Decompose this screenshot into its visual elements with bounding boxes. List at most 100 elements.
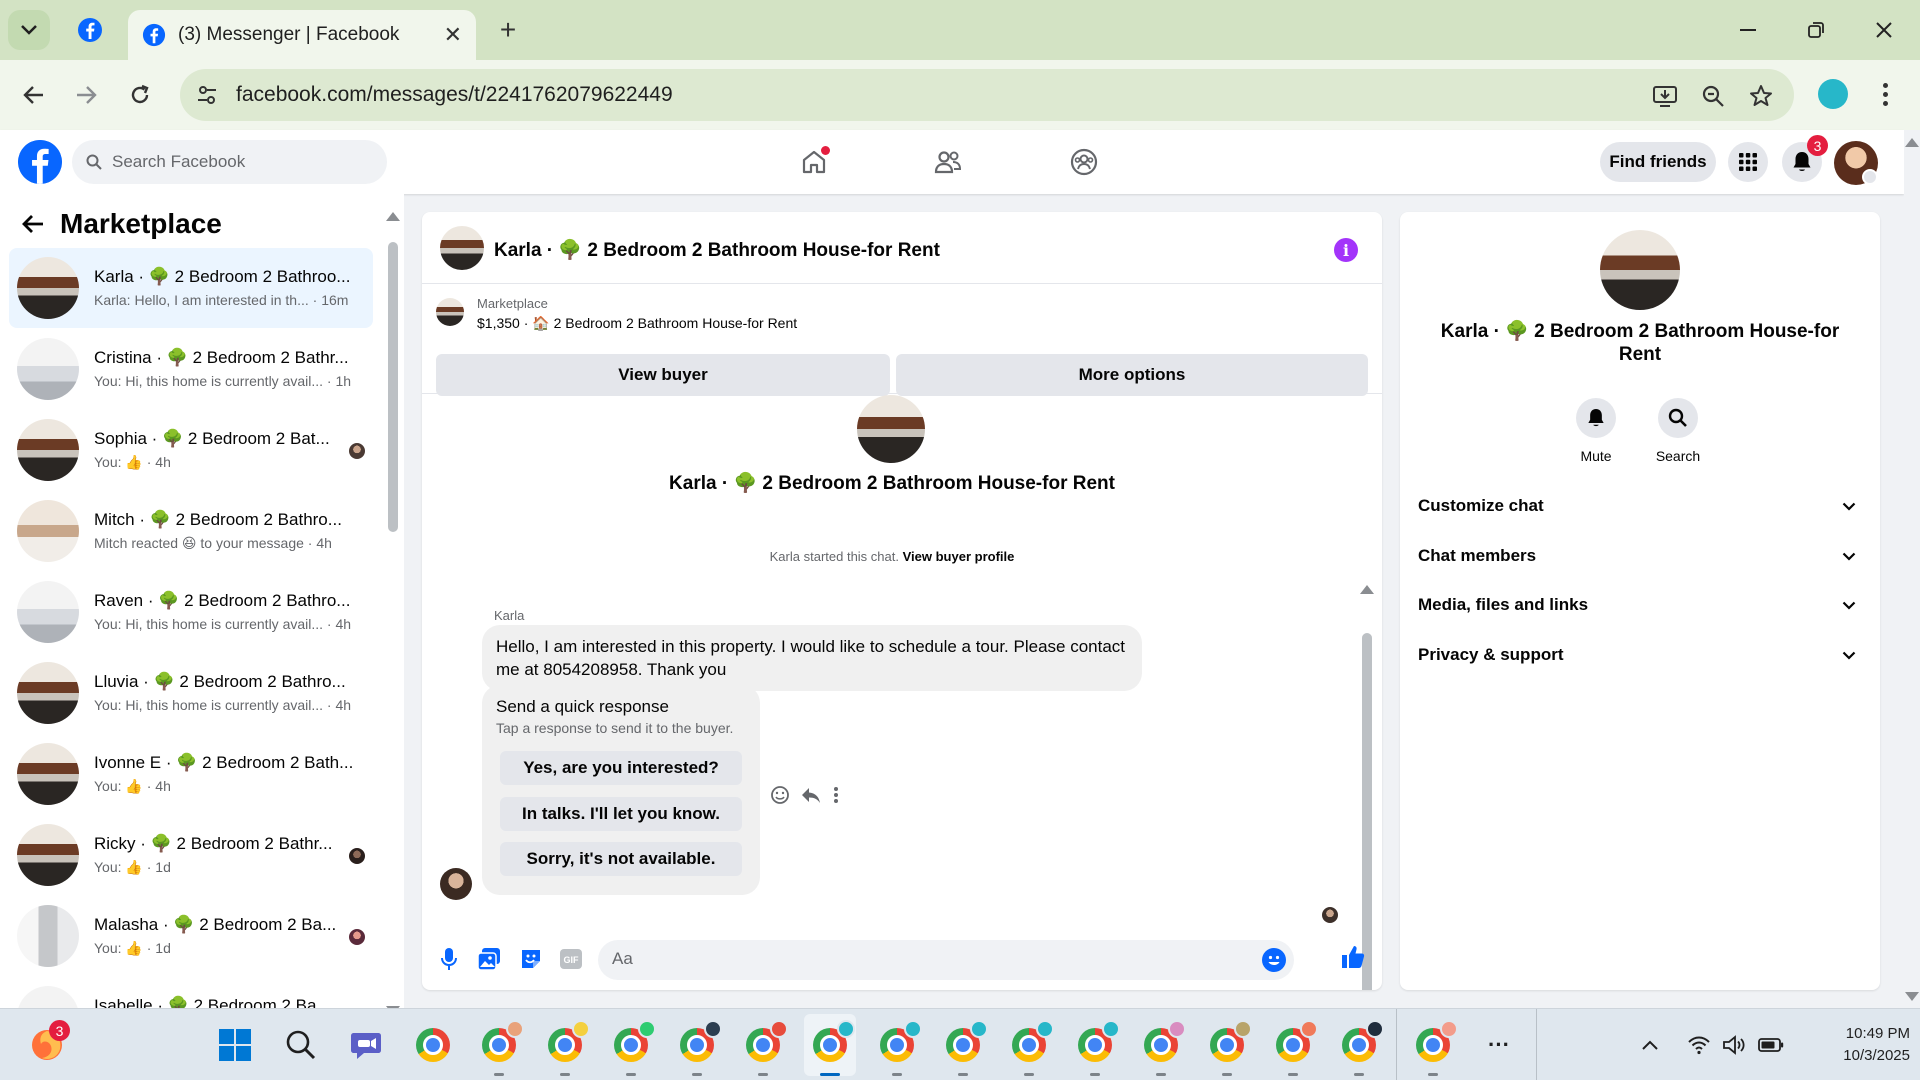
message-input[interactable] xyxy=(612,949,1212,969)
taskbar-chrome-profile[interactable] xyxy=(676,1020,722,1076)
thread-item[interactable]: Isabelle · 🌳 2 Bedroom 2 Ba... xyxy=(9,977,373,1008)
back-button[interactable] xyxy=(16,77,52,113)
scroll-up-arrow-icon[interactable] xyxy=(386,212,400,221)
media-files-section[interactable]: Media, files and links xyxy=(1418,583,1862,627)
conversation-avatar[interactable] xyxy=(440,226,484,270)
taskbar-chrome-profile[interactable] xyxy=(942,1020,988,1076)
tab-close-button[interactable]: ✕ xyxy=(444,22,462,48)
scroll-up-arrow-icon[interactable] xyxy=(1360,585,1374,594)
start-button[interactable] xyxy=(214,1024,256,1066)
taskbar-chrome-profile[interactable] xyxy=(742,1020,788,1076)
sticker-button[interactable] xyxy=(518,946,544,972)
volume-control[interactable] xyxy=(1720,1031,1750,1059)
customize-chat-section[interactable]: Customize chat xyxy=(1418,484,1862,528)
taskbar-search[interactable] xyxy=(280,1024,322,1066)
quick-response-button[interactable]: Sorry, it's not available. xyxy=(500,842,742,876)
view-buyer-profile-link[interactable]: View buyer profile xyxy=(903,549,1015,564)
thread-item[interactable]: Karla · 🌳 2 Bedroom 2 Bathroo... Karla: … xyxy=(9,248,373,328)
address-bar[interactable]: facebook.com/messages/t/2241762079622449 xyxy=(180,69,1794,121)
thread-item[interactable]: Ricky · 🌳 2 Bedroom 2 Bathr... You: 👍 · … xyxy=(9,815,373,895)
listing-price-title[interactable]: $1,350 · 🏠 2 Bedroom 2 Bathroom House-fo… xyxy=(477,315,797,332)
sender-avatar[interactable] xyxy=(440,868,472,900)
taskbar-firefox[interactable]: 3 xyxy=(26,1020,70,1066)
taskbar-chrome-profile[interactable] xyxy=(1272,1020,1318,1076)
nav-friends[interactable] xyxy=(928,142,968,182)
emoji-button[interactable] xyxy=(1262,948,1286,972)
nav-home[interactable] xyxy=(794,142,834,182)
browser-menu-button[interactable] xyxy=(1870,76,1900,112)
taskbar-chrome-profile[interactable] xyxy=(1412,1020,1458,1076)
more-vertical-icon[interactable] xyxy=(832,785,840,805)
gif-button[interactable]: GIF xyxy=(558,946,584,972)
taskbar-chrome[interactable] xyxy=(412,1024,454,1066)
page-scrollbar[interactable] xyxy=(1904,130,1920,1008)
taskbar-chrome-profile[interactable] xyxy=(544,1020,590,1076)
message-bubble[interactable]: Hello, I am interested in this property.… xyxy=(482,625,1142,691)
taskbar-chrome-profile[interactable] xyxy=(876,1020,922,1076)
search-action[interactable]: Search xyxy=(1648,398,1708,464)
back-arrow-icon[interactable] xyxy=(22,214,44,234)
thread-item[interactable]: Cristina · 🌳 2 Bedroom 2 Bathr... You: H… xyxy=(9,329,373,409)
quick-response-button[interactable]: Yes, are you interested? xyxy=(500,751,742,785)
show-hidden-icons-button[interactable] xyxy=(1636,1031,1664,1059)
bookmark-button[interactable] xyxy=(1746,81,1776,111)
taskbar-chrome-profile[interactable] xyxy=(1338,1020,1384,1076)
taskbar-chrome-profile[interactable] xyxy=(1074,1020,1120,1076)
menu-button[interactable] xyxy=(1728,142,1768,182)
privacy-support-section[interactable]: Privacy & support xyxy=(1418,633,1862,677)
thread-item[interactable]: Sophia · 🌳 2 Bedroom 2 Bat... You: 👍 · 4… xyxy=(9,410,373,490)
pinned-tab-facebook[interactable] xyxy=(68,12,112,48)
zoom-button[interactable] xyxy=(1698,81,1728,111)
minimize-button[interactable] xyxy=(1724,12,1772,48)
facebook-search[interactable] xyxy=(72,140,387,184)
facebook-logo[interactable] xyxy=(18,140,62,184)
active-tab[interactable]: (3) Messenger | Facebook ✕ xyxy=(128,10,476,60)
thread-item[interactable]: Mitch · 🌳 2 Bedroom 2 Bathro... Mitch re… xyxy=(9,491,373,571)
find-friends-button[interactable]: Find friends xyxy=(1600,142,1716,182)
thread-item[interactable]: Lluvia · 🌳 2 Bedroom 2 Bathro... You: Hi… xyxy=(9,653,373,733)
taskbar-overflow-button[interactable]: ··· xyxy=(1478,1024,1520,1066)
scroll-up-arrow-icon[interactable] xyxy=(1905,138,1919,147)
taskbar-chrome-profile[interactable] xyxy=(610,1020,656,1076)
browser-profile-avatar[interactable] xyxy=(1818,79,1848,109)
reply-icon[interactable] xyxy=(800,785,822,805)
clock[interactable]: 10:49 PM 10/3/2025 xyxy=(1800,1023,1910,1067)
taskbar-chrome-profile[interactable] xyxy=(1206,1020,1252,1076)
nav-groups[interactable] xyxy=(1064,142,1104,182)
install-app-button[interactable] xyxy=(1650,81,1680,111)
mute-button[interactable] xyxy=(1576,398,1616,438)
scroll-down-arrow-icon[interactable] xyxy=(1905,992,1919,1001)
chat-members-section[interactable]: Chat members xyxy=(1418,534,1862,578)
more-options-button[interactable]: More options xyxy=(896,354,1368,396)
notifications-button[interactable]: 3 xyxy=(1782,135,1828,182)
new-tab-button[interactable]: + xyxy=(492,14,524,46)
thread-item[interactable]: Malasha · 🌳 2 Bedroom 2 Ba... You: 👍 · 1… xyxy=(9,896,373,976)
facebook-search-input[interactable] xyxy=(112,152,362,172)
attach-photo-button[interactable] xyxy=(476,946,502,972)
voice-clip-button[interactable] xyxy=(436,946,462,972)
taskbar-chrome-profile[interactable] xyxy=(1008,1020,1054,1076)
thread-item[interactable]: Ivonne E · 🌳 2 Bedroom 2 Bath... You: 👍 … xyxy=(9,734,373,814)
conversation-title[interactable]: Karla · 🌳 2 Bedroom 2 Bathroom House-for… xyxy=(494,238,940,262)
thread-item[interactable]: Raven · 🌳 2 Bedroom 2 Bathro... You: Hi,… xyxy=(9,572,373,652)
wifi-status[interactable] xyxy=(1684,1031,1714,1059)
view-buyer-button[interactable]: View buyer xyxy=(436,354,890,396)
close-window-button[interactable] xyxy=(1860,12,1908,48)
battery-status[interactable] xyxy=(1756,1031,1786,1059)
restore-button[interactable] xyxy=(1792,12,1840,48)
taskbar-chrome-active[interactable] xyxy=(809,1020,855,1076)
tab-search-button[interactable] xyxy=(8,10,50,50)
reload-button[interactable] xyxy=(122,77,158,113)
send-like-button[interactable] xyxy=(1340,944,1366,970)
forward-button[interactable] xyxy=(68,77,104,113)
mute-action[interactable]: Mute xyxy=(1566,398,1626,464)
conversation-info-button[interactable]: i xyxy=(1334,238,1358,262)
quick-response-button[interactable]: In talks. I'll let you know. xyxy=(500,797,742,831)
search-in-conversation-button[interactable] xyxy=(1658,398,1698,438)
react-emoji-icon[interactable] xyxy=(770,785,790,805)
chat-list-scrollbar[interactable] xyxy=(386,210,400,1008)
taskbar-chat[interactable] xyxy=(346,1024,388,1066)
taskbar-chrome-profile[interactable] xyxy=(478,1020,524,1076)
account-chevron-icon[interactable] xyxy=(1862,169,1878,185)
site-info-icon[interactable] xyxy=(194,82,220,108)
